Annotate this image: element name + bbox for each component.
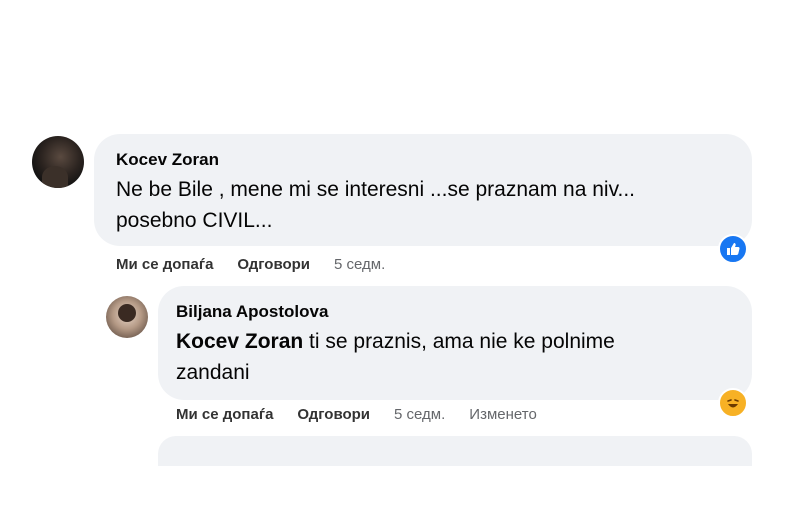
comment-text-line2: posebno CIVIL... [116, 209, 273, 232]
like-link[interactable]: Ми се допаѓа [176, 406, 273, 423]
comment-text-line2: zandani [176, 361, 250, 384]
comment-actions: Ми се допаѓа Одговори 5 седм. [116, 256, 409, 273]
comment-author[interactable]: Biljana Apostolova [176, 302, 328, 322]
comment-bubble-partial [158, 436, 752, 466]
like-link[interactable]: Ми се допаѓа [116, 256, 213, 273]
reply-link[interactable]: Одговори [297, 406, 370, 423]
haha-icon[interactable] [718, 388, 748, 418]
avatar-kocev-zoran[interactable] [32, 136, 84, 188]
comment-actions: Ми се допаѓа Одговори 5 седм. Изменето [176, 406, 561, 423]
like-icon[interactable] [718, 234, 748, 264]
comment-text: Ne be Bile , mene mi se interesni ...se … [116, 174, 736, 236]
comment-text-line1: Ne be Bile , mene mi se interesni ...se … [116, 178, 636, 201]
timestamp[interactable]: 5 седм. [334, 256, 385, 273]
edited-label[interactable]: Изменето [469, 406, 537, 423]
comment-author[interactable]: Kocev Zoran [116, 150, 219, 170]
timestamp[interactable]: 5 седм. [394, 406, 445, 423]
reply-link[interactable]: Одговори [237, 256, 310, 273]
comment-text: Kocev Zoran ti se praznis, ama nie ke po… [176, 326, 736, 388]
mention-link[interactable]: Kocev Zoran [176, 330, 303, 353]
avatar-biljana-apostolova[interactable] [106, 296, 148, 338]
comment-text-line1: ti se praznis, ama nie ke polnime [303, 330, 615, 353]
